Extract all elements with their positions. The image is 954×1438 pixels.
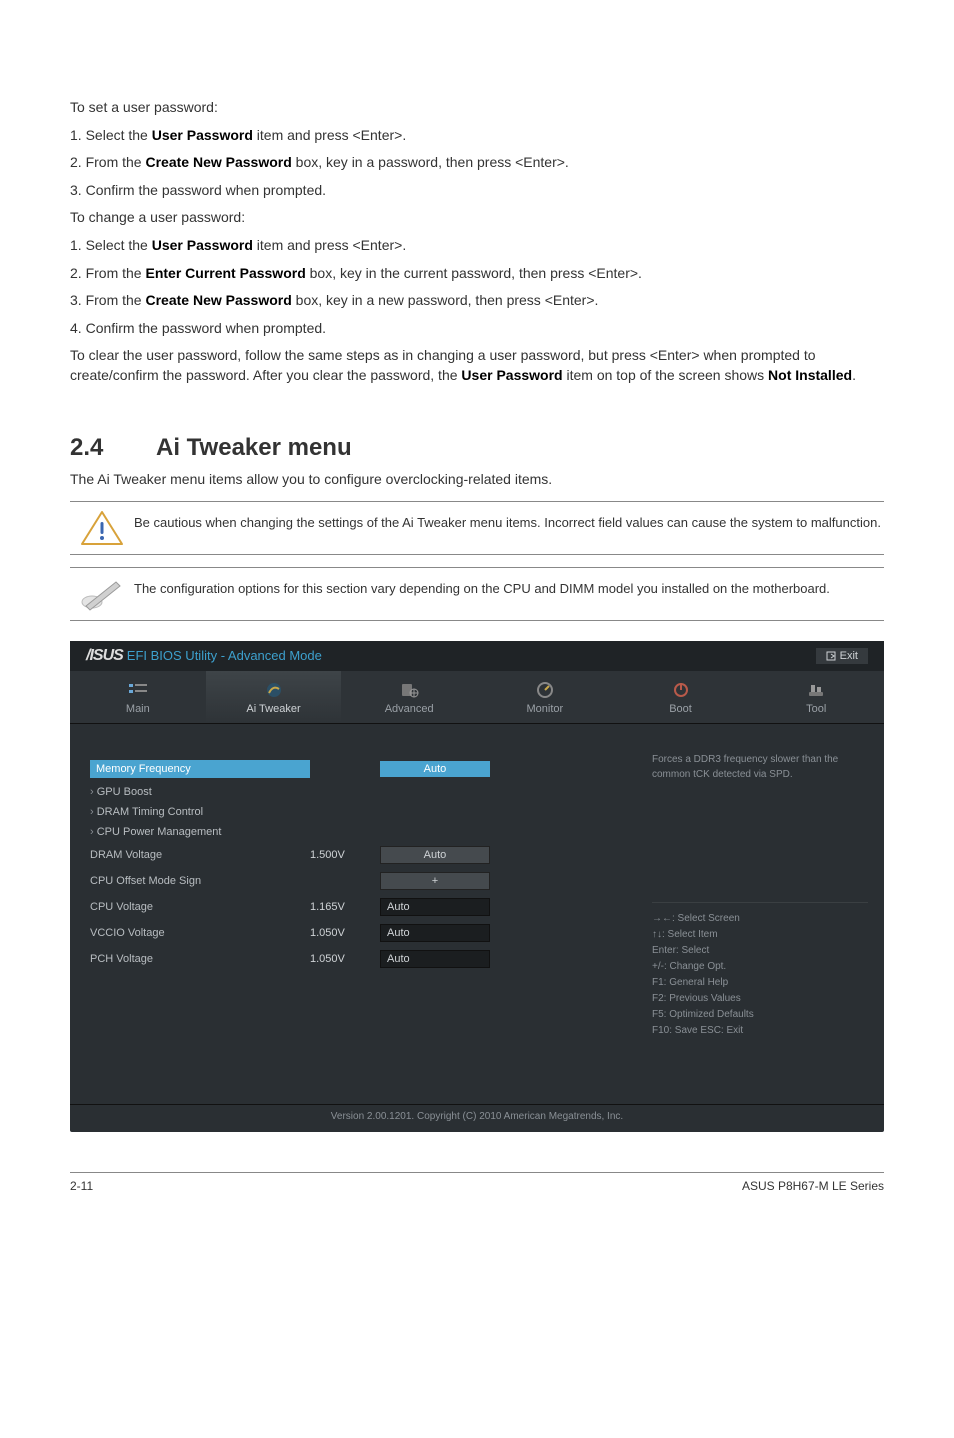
tweaker-icon: [263, 681, 285, 699]
exit-icon: [826, 651, 836, 661]
help-keymap: →←: Select Screen ↑↓: Select Item Enter:…: [652, 902, 868, 1039]
doc-title: ASUS P8H67-M LE Series: [742, 1179, 884, 1193]
dram-voltage-field[interactable]: Auto: [380, 846, 490, 864]
advanced-icon: [398, 681, 420, 699]
cpu-offset-field[interactable]: +: [380, 872, 490, 890]
warning-icon: [80, 510, 124, 546]
bios-footer: Version 2.00.1201. Copyright (C) 2010 Am…: [70, 1104, 884, 1132]
bios-tabs: Main Ai Tweaker Advanced Monitor Boot To…: [70, 671, 884, 724]
dram-timing-item[interactable]: DRAM Timing Control: [90, 806, 628, 818]
memory-frequency-field[interactable]: Auto: [380, 761, 490, 777]
steps-set: Select the User Password item and press …: [70, 126, 884, 201]
tab-advanced[interactable]: Advanced: [341, 671, 477, 723]
pch-voltage-val: 1.050V: [310, 953, 380, 965]
section-heading: 2.4Ai Tweaker menu: [70, 434, 884, 462]
dram-voltage-label: DRAM Voltage: [90, 849, 310, 861]
tab-main[interactable]: Main: [70, 671, 206, 723]
main-icon: [127, 681, 149, 699]
tab-ai-tweaker[interactable]: Ai Tweaker: [206, 671, 342, 723]
cpu-voltage-label: CPU Voltage: [90, 901, 310, 913]
tab-boot[interactable]: Boot: [613, 671, 749, 723]
cpu-voltage-field[interactable]: Auto: [380, 898, 490, 916]
gpu-boost-item[interactable]: GPU Boost: [90, 786, 628, 798]
tool-icon: [805, 681, 827, 699]
para-set-intro: To set a user password:: [70, 98, 884, 118]
page-number: 2-11: [70, 1179, 93, 1193]
cpu-power-mgmt-item[interactable]: CPU Power Management: [90, 826, 628, 838]
note-caution-text: Be cautious when changing the settings o…: [134, 510, 881, 536]
tab-tool[interactable]: Tool: [748, 671, 884, 723]
note-info-text: The configuration options for this secti…: [134, 576, 830, 602]
pch-voltage-field[interactable]: Auto: [380, 950, 490, 968]
bios-screenshot: /ISUSEFI BIOS Utility - Advanced Mode Ex…: [70, 641, 884, 1132]
note-info: The configuration options for this secti…: [70, 567, 884, 621]
monitor-icon: [534, 681, 556, 699]
section-desc: The Ai Tweaker menu items allow you to c…: [70, 470, 884, 490]
pch-voltage-label: PCH Voltage: [90, 953, 310, 965]
bios-title: /ISUSEFI BIOS Utility - Advanced Mode: [86, 647, 322, 665]
cpu-offset-label: CPU Offset Mode Sign: [90, 875, 310, 887]
para-change-intro: To change a user password:: [70, 208, 884, 228]
bios-help-pane: Forces a DDR3 frequency slower than the …: [644, 724, 884, 1104]
dram-voltage-val: 1.500V: [310, 849, 380, 861]
help-top-text: Forces a DDR3 frequency slower than the …: [652, 752, 868, 782]
vccio-voltage-label: VCCIO Voltage: [90, 927, 310, 939]
tab-monitor[interactable]: Monitor: [477, 671, 613, 723]
para-clear: To clear the user password, follow the s…: [70, 346, 884, 385]
page-footer: 2-11 ASUS P8H67-M LE Series: [70, 1172, 884, 1233]
bios-settings-pane: Memory Frequency Auto GPU Boost DRAM Tim…: [70, 724, 644, 1104]
boot-icon: [670, 681, 692, 699]
vccio-voltage-field[interactable]: Auto: [380, 924, 490, 942]
pen-icon: [80, 576, 124, 612]
cpu-voltage-val: 1.165V: [310, 901, 380, 913]
note-caution: Be cautious when changing the settings o…: [70, 501, 884, 555]
vccio-voltage-val: 1.050V: [310, 927, 380, 939]
steps-change: Select the User Password item and press …: [70, 236, 884, 338]
memory-frequency-label[interactable]: Memory Frequency: [90, 760, 310, 778]
exit-button[interactable]: Exit: [816, 648, 868, 664]
